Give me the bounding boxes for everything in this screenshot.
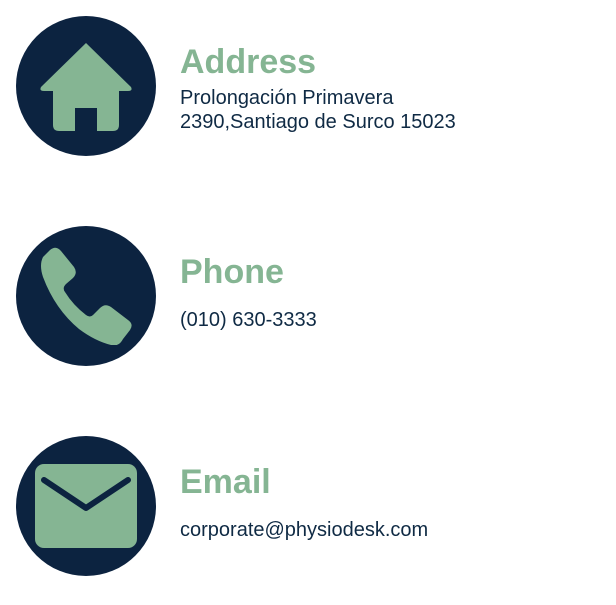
email-address: corporate@physiodesk.com (180, 519, 429, 541)
address-icon-circle (16, 16, 156, 156)
phone-icon (41, 247, 132, 345)
phone-icon-circle (16, 226, 156, 366)
email-lines: corporate@physiodesk.com (180, 518, 428, 542)
email-icon-circle (16, 436, 156, 576)
address-lines: Prolongación Primavera 2390,Santiago de … (180, 86, 456, 134)
contact-address: Address Prolongación Primavera 2390,Sant… (0, 16, 616, 156)
phone-title: Phone (180, 253, 284, 291)
address-title: Address (180, 43, 317, 81)
address-line-2: 2390,Santiago de Surco 15023 (180, 111, 456, 133)
phone-number: (010) 630-3333 (180, 309, 317, 331)
phone-lines: (010) 630-3333 (180, 308, 317, 332)
envelope-icon (35, 464, 137, 548)
email-title: Email (180, 463, 271, 501)
contact-list: Address Prolongación Primavera 2390,Sant… (0, 0, 616, 605)
address-line-1: Prolongación Primavera (180, 87, 394, 109)
house-icon (40, 43, 132, 131)
contact-phone: Phone (010) 630-3333 (0, 226, 616, 366)
contact-email: Email corporate@physiodesk.com (0, 436, 616, 576)
